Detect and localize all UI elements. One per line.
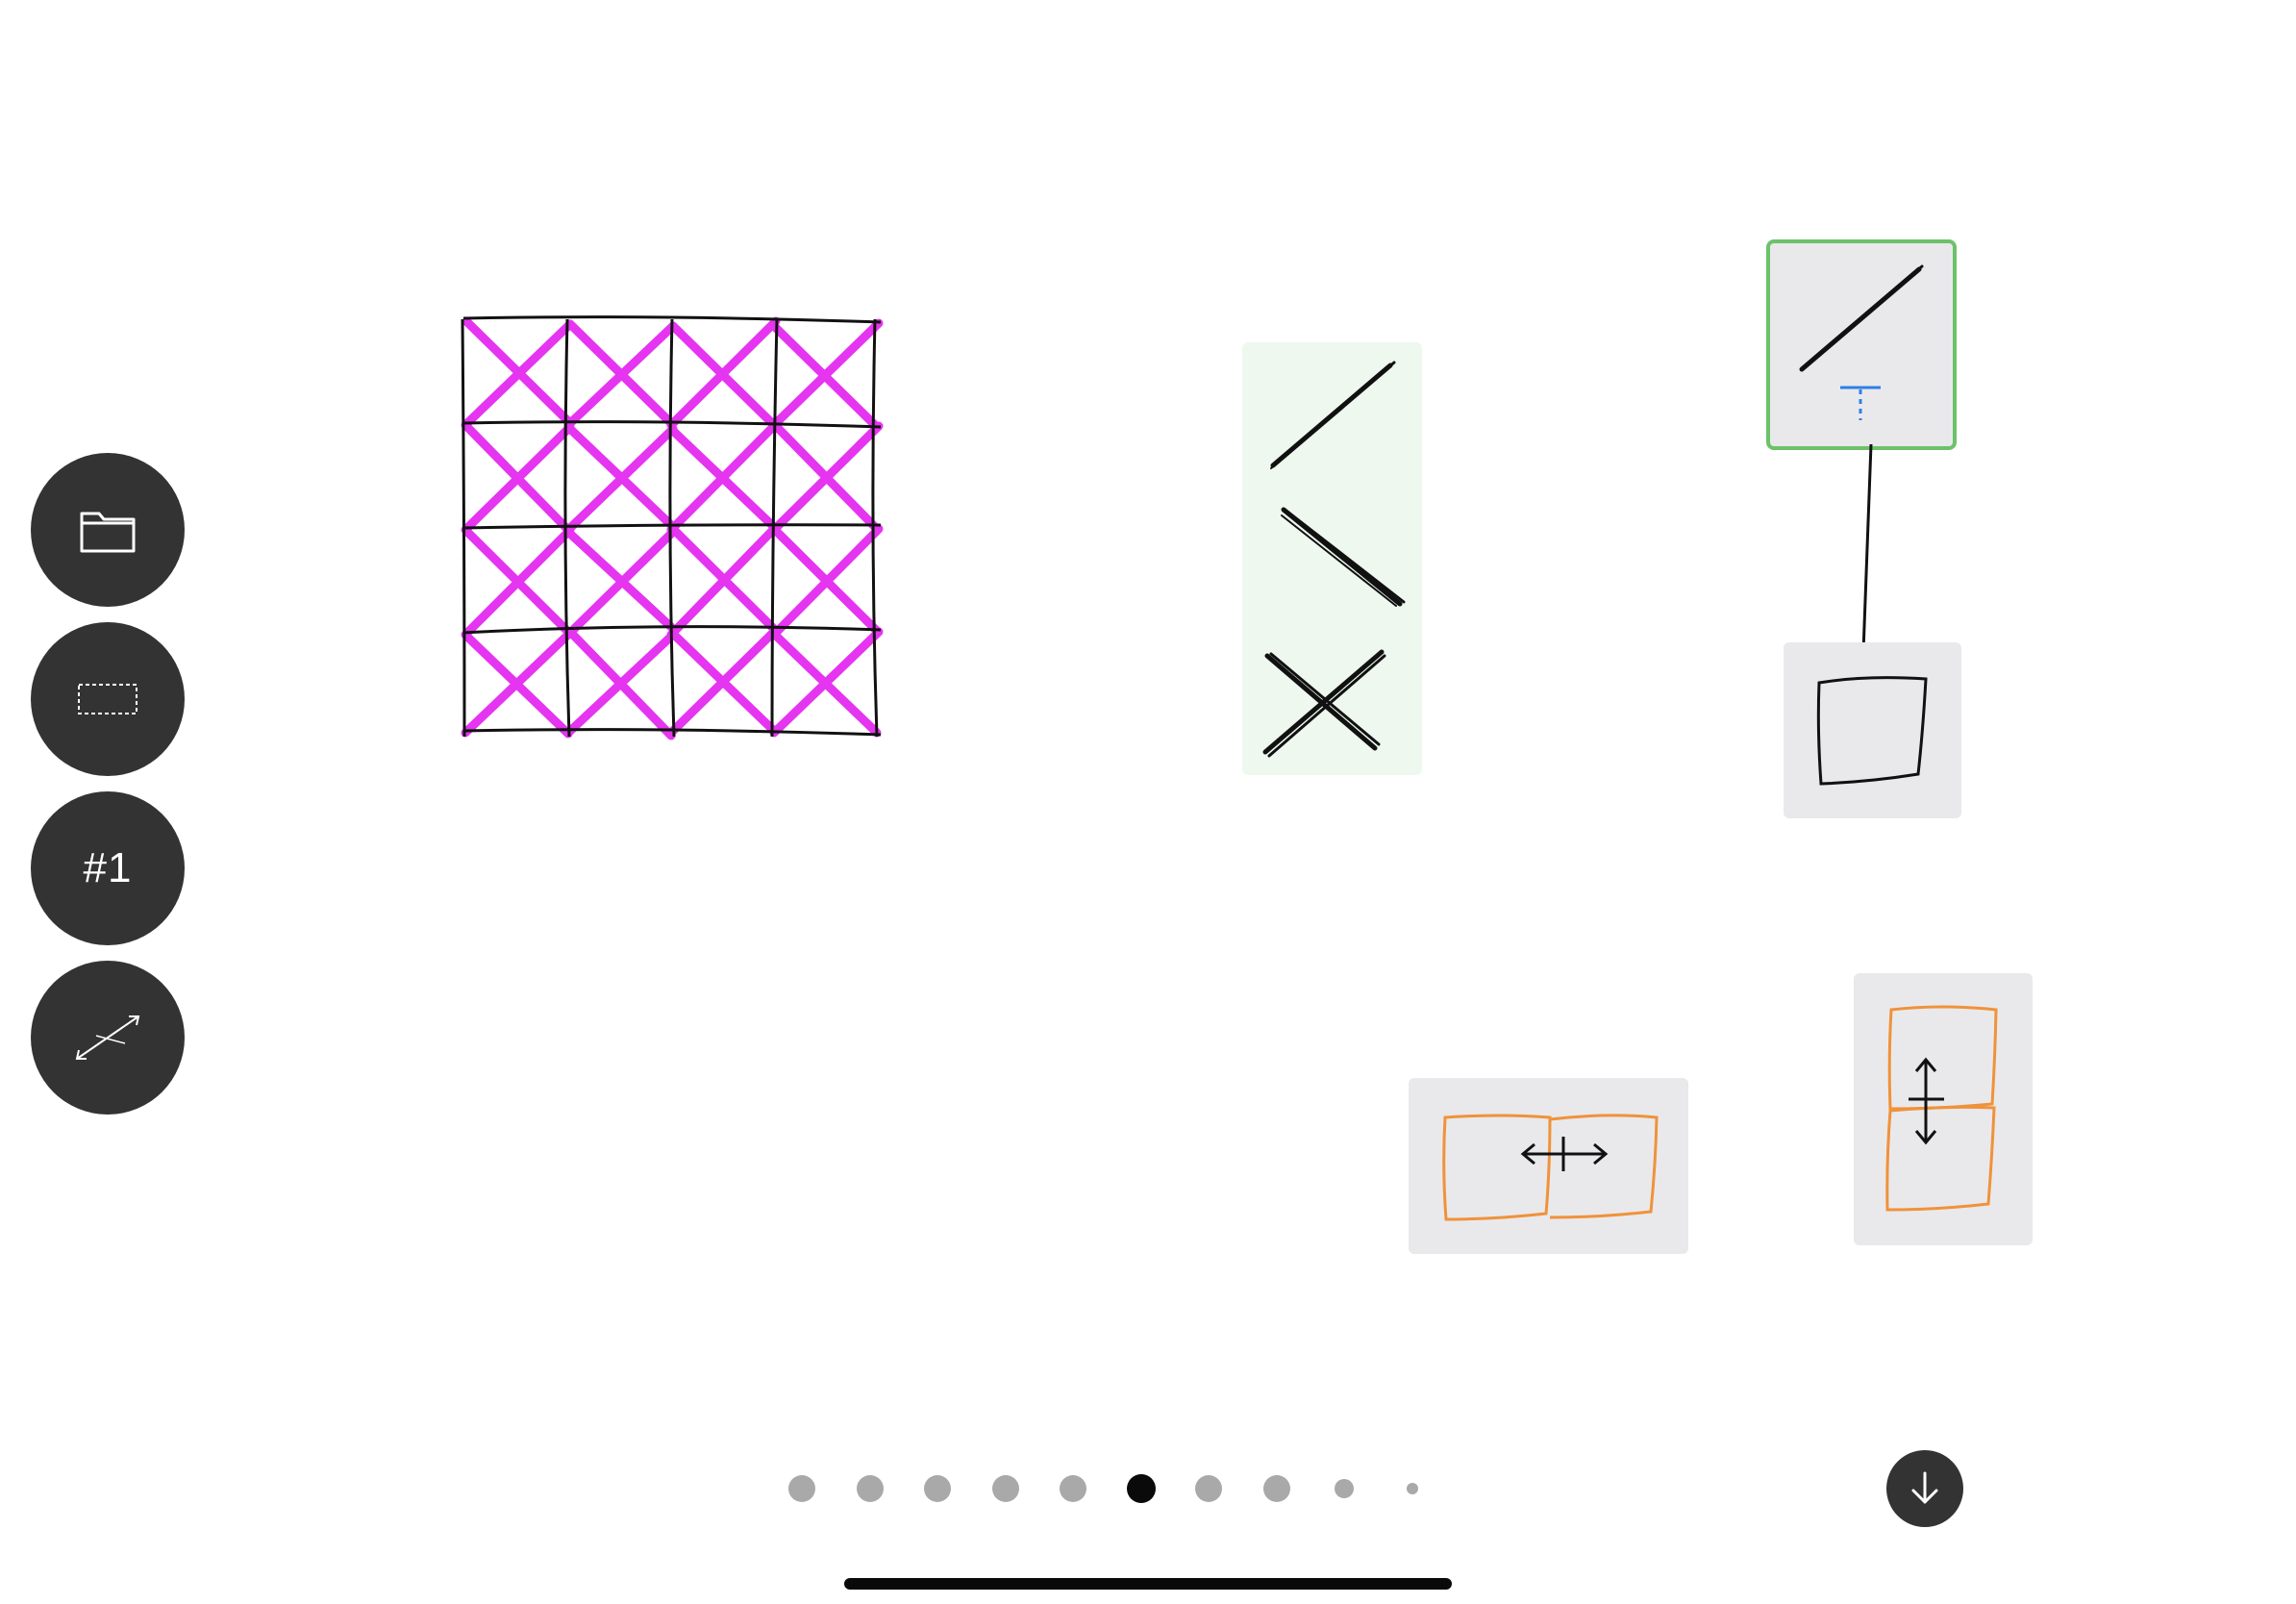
page-dot-active[interactable] bbox=[1126, 1474, 1156, 1503]
page-dot[interactable] bbox=[991, 1475, 1019, 1502]
page-dot[interactable] bbox=[1262, 1475, 1290, 1502]
drawing-canvas[interactable] bbox=[0, 0, 2296, 1604]
page-dot[interactable] bbox=[1060, 1475, 1086, 1502]
stroke-palette[interactable] bbox=[1242, 342, 1422, 775]
page-dot[interactable] bbox=[856, 1475, 884, 1502]
crossed-grid-drawing[interactable] bbox=[461, 315, 884, 740]
page-dot[interactable] bbox=[1406, 1483, 1418, 1494]
home-indicator[interactable] bbox=[844, 1578, 1452, 1590]
scroll-down-button[interactable] bbox=[1886, 1450, 1963, 1527]
vertical-split-card[interactable] bbox=[1854, 973, 2033, 1245]
page-dot[interactable] bbox=[924, 1475, 951, 1502]
page-dot[interactable] bbox=[1335, 1479, 1354, 1498]
square-card[interactable] bbox=[1784, 642, 1961, 818]
selected-stroke-card[interactable] bbox=[1766, 239, 1957, 450]
horizontal-split-card[interactable] bbox=[1409, 1078, 1688, 1254]
arrow-down-icon bbox=[1911, 1471, 1938, 1504]
page-dot[interactable] bbox=[1195, 1475, 1222, 1502]
page-dot[interactable] bbox=[788, 1475, 815, 1502]
